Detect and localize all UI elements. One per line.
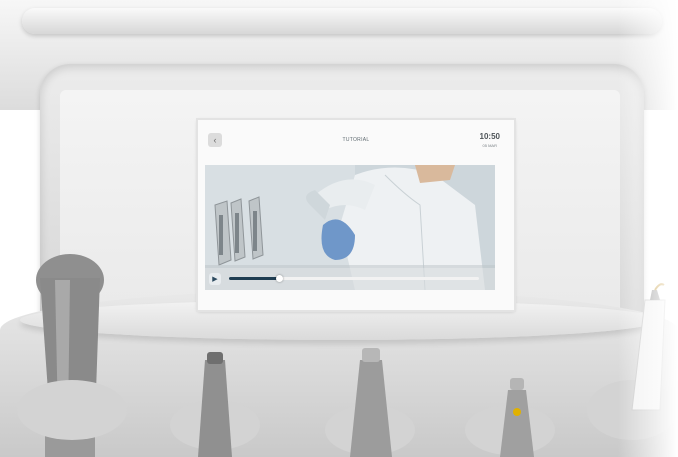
handpiece-3 (350, 348, 392, 457)
handpiece-2 (198, 352, 232, 457)
edge-fade (618, 0, 678, 457)
handpiece-4 (500, 378, 534, 457)
instruments-layer (17, 254, 677, 457)
dental-unit-photo: ‹ TUTORIAL 10:50 05 MAR ▶ (0, 0, 678, 457)
